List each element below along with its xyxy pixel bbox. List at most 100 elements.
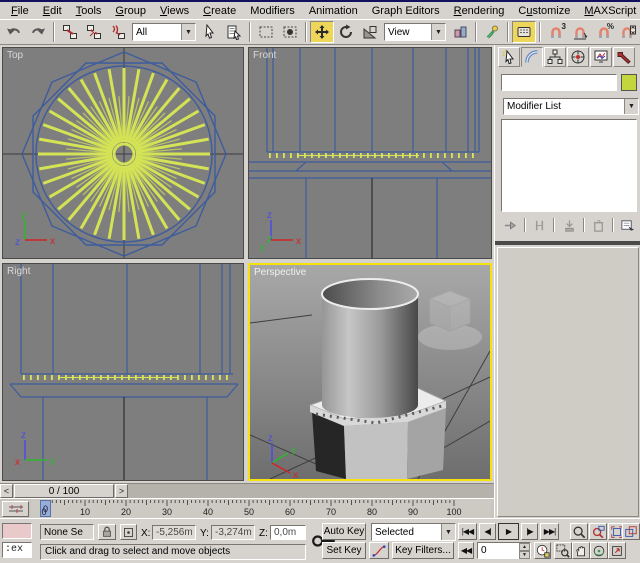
min-max-toggle-button[interactable] xyxy=(608,542,626,559)
current-frame-field[interactable]: 0 xyxy=(478,543,519,558)
menu-views[interactable]: Views xyxy=(153,4,196,18)
select-by-name-button[interactable] xyxy=(222,21,246,43)
menu-rendering[interactable]: Rendering xyxy=(447,4,512,18)
menu-create[interactable]: Create xyxy=(196,4,243,18)
modifier-stack-list[interactable] xyxy=(501,119,637,212)
chevron-down-icon[interactable]: ▼ xyxy=(624,99,638,114)
reference-coordinate-system-select[interactable]: View▼ xyxy=(384,23,446,41)
spinner-snap-toggle[interactable] xyxy=(616,21,640,43)
viewport-right[interactable]: Right z y x xyxy=(2,263,244,481)
toolbar-separator xyxy=(53,22,55,42)
default-tangent-button[interactable] xyxy=(369,542,389,559)
next-frame-button[interactable]: |▶ xyxy=(521,523,538,540)
pin-stack-button[interactable] xyxy=(501,217,520,234)
menu-customize[interactable]: Customize xyxy=(511,4,577,18)
auto-key-button[interactable]: Auto Key xyxy=(322,523,366,540)
region-icon xyxy=(258,24,274,40)
undo-button[interactable] xyxy=(2,21,26,43)
x-coordinate-field[interactable]: -5,256m xyxy=(152,525,196,540)
unlink-selection-button[interactable] xyxy=(82,21,106,43)
previous-frame-button[interactable]: ◀| xyxy=(479,523,496,540)
select-and-manipulate-button[interactable] xyxy=(480,21,504,43)
select-and-move-button[interactable] xyxy=(310,21,334,43)
select-object-button[interactable] xyxy=(198,21,222,43)
maxscript-mini-listener[interactable]: :ex xyxy=(2,542,32,558)
frame-spinner[interactable]: ▲▼ xyxy=(519,543,530,558)
absolute-offset-mode-toggle[interactable] xyxy=(120,524,137,540)
menu-animation[interactable]: Animation xyxy=(302,4,365,18)
key-filters-button[interactable]: Key Filters... xyxy=(392,542,454,559)
zoom-extents-all-button[interactable] xyxy=(622,523,640,540)
menu-graph-editors[interactable]: Graph Editors xyxy=(365,4,447,18)
utilities-tab[interactable] xyxy=(613,47,635,67)
orbit-icon xyxy=(592,544,606,558)
time-slider-handle[interactable]: 0 / 100 xyxy=(14,484,114,498)
make-unique-button[interactable] xyxy=(559,217,578,234)
angle-snap-toggle[interactable] xyxy=(568,21,592,43)
selection-set-dropdown[interactable]: Selected ▼ xyxy=(371,523,456,541)
window-crossing-toggle[interactable] xyxy=(278,21,302,43)
select-and-link-button[interactable] xyxy=(58,21,82,43)
arc-rotate-button[interactable] xyxy=(590,542,608,559)
chevron-down-icon[interactable]: ▼ xyxy=(431,24,445,40)
configure-modifier-sets-button[interactable] xyxy=(618,217,637,234)
menu-edit[interactable]: Edit xyxy=(36,4,69,18)
selection-filter-select[interactable]: All▼ xyxy=(132,23,196,41)
zoom-all-button[interactable] xyxy=(589,523,607,540)
create-tab[interactable] xyxy=(498,47,520,67)
track-bar-ruler[interactable]: 0 0102030405060708090100 xyxy=(31,499,491,519)
time-configuration-button[interactable] xyxy=(534,542,551,559)
motion-tab[interactable] xyxy=(567,47,589,67)
modifier-list-dropdown[interactable]: Modifier List ▼ xyxy=(503,98,639,115)
viewport-label: Top xyxy=(7,50,23,61)
ruler-number: 100 xyxy=(446,507,461,517)
play-button[interactable]: ▶ xyxy=(498,523,519,540)
menu-modifiers[interactable]: Modifiers xyxy=(243,4,302,18)
select-and-scale-button[interactable] xyxy=(358,21,382,43)
chevron-down-icon[interactable]: ▼ xyxy=(441,524,455,540)
redo-button[interactable] xyxy=(26,21,50,43)
viewport-front[interactable]: Front z x xyxy=(248,47,492,259)
snaps-toggle-button[interactable]: 3 xyxy=(544,21,568,43)
svg-text:y: y xyxy=(21,210,26,221)
zoom-button[interactable] xyxy=(570,523,588,540)
keyboard-shortcut-override-toggle[interactable] xyxy=(512,21,536,43)
time-slider-prev-button[interactable]: < xyxy=(0,484,13,498)
display-tab[interactable] xyxy=(590,47,612,67)
selection-lock-toggle[interactable] xyxy=(98,524,116,540)
viewport-perspective[interactable]: Perspective xyxy=(248,263,492,481)
percent-snap-toggle[interactable]: % xyxy=(592,21,616,43)
prompt-line: Click and drag to select and move object… xyxy=(40,544,306,560)
pan-button[interactable] xyxy=(572,542,590,559)
object-color-swatch[interactable] xyxy=(621,74,637,91)
set-key-button[interactable]: Set Key xyxy=(322,542,366,559)
bind-to-space-warp-button[interactable] xyxy=(106,21,130,43)
menu-group[interactable]: Group xyxy=(108,4,153,18)
y-coordinate-field[interactable]: -3,274m xyxy=(211,525,255,540)
use-pivot-point-center-button[interactable] xyxy=(448,21,472,43)
key-mode-toggle[interactable]: ◀◀ xyxy=(458,542,474,559)
rectangular-selection-region-button[interactable] xyxy=(254,21,278,43)
menu-file[interactable]: File xyxy=(4,4,36,18)
go-to-end-button[interactable]: ▶▶| xyxy=(540,523,559,540)
viewport-top[interactable]: Top y x z xyxy=(2,47,244,259)
toolbar-separator xyxy=(475,22,477,42)
show-end-result-button[interactable] xyxy=(530,217,549,234)
hierarchy-tab[interactable] xyxy=(544,47,566,67)
modify-tab[interactable] xyxy=(521,47,543,67)
z-coordinate-field[interactable]: 0,0m xyxy=(270,525,306,540)
menu-tools[interactable]: Tools xyxy=(69,4,109,18)
chevron-down-icon[interactable]: ▼ xyxy=(181,24,195,40)
select-and-rotate-button[interactable] xyxy=(334,21,358,43)
menu-maxscript[interactable]: MAXScript xyxy=(577,4,640,18)
remove-modifier-button[interactable] xyxy=(589,217,608,234)
rollout-area[interactable] xyxy=(497,247,639,517)
top-view-wireframe: y x z xyxy=(3,48,244,259)
object-name-field[interactable] xyxy=(501,74,617,91)
go-to-start-button[interactable]: |◀◀ xyxy=(458,523,477,540)
time-slider-next-button[interactable]: > xyxy=(115,484,128,498)
maxscript-mini-listener-macro[interactable] xyxy=(2,523,32,539)
kbd-icon xyxy=(516,24,532,40)
open-mini-curve-editor-button[interactable] xyxy=(2,501,29,517)
region-zoom-button[interactable] xyxy=(554,542,572,559)
